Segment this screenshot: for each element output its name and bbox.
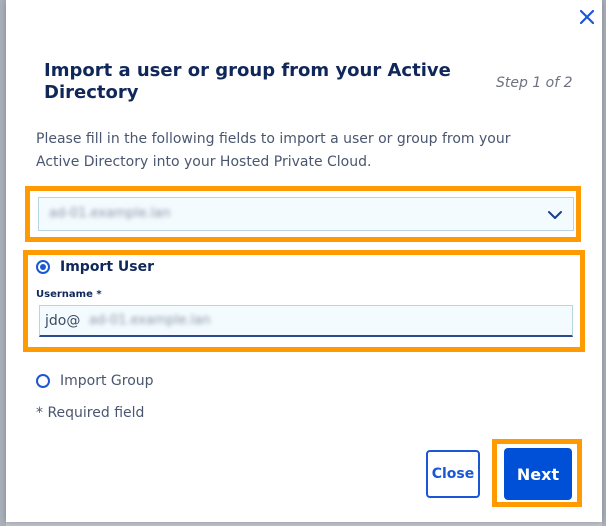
username-input[interactable]: jdo@ ad-01.example.lan — [39, 305, 573, 337]
directory-select[interactable]: ad-01.example.lan — [38, 197, 574, 231]
dialog-description: Please fill in the following fields to i… — [36, 131, 511, 170]
username-value: jdo@ — [45, 313, 81, 329]
required-field-note: * Required field — [36, 405, 145, 421]
backdrop-right-strip — [602, 0, 606, 526]
next-button[interactable]: Next — [504, 448, 572, 500]
close-icon[interactable] — [576, 6, 598, 28]
import-group-label: Import Group — [60, 373, 154, 389]
username-value-obscured: ad-01.example.lan — [89, 313, 211, 328]
chevron-down-icon — [547, 207, 563, 227]
username-label: Username * — [36, 289, 102, 300]
import-dialog: Import a user or group from your Active … — [6, 0, 602, 522]
import-user-radio[interactable] — [36, 260, 50, 274]
import-group-option[interactable]: Import Group — [36, 373, 154, 389]
step-indicator: Step 1 of 2 — [496, 75, 573, 91]
close-button[interactable]: Close — [426, 450, 480, 498]
dialog-title: Import a user or group from your Active … — [44, 60, 451, 103]
import-user-option[interactable]: Import User — [36, 259, 154, 275]
import-user-label: Import User — [60, 259, 155, 275]
directory-select-value: ad-01.example.lan — [49, 206, 171, 221]
import-group-radio[interactable] — [36, 374, 50, 388]
